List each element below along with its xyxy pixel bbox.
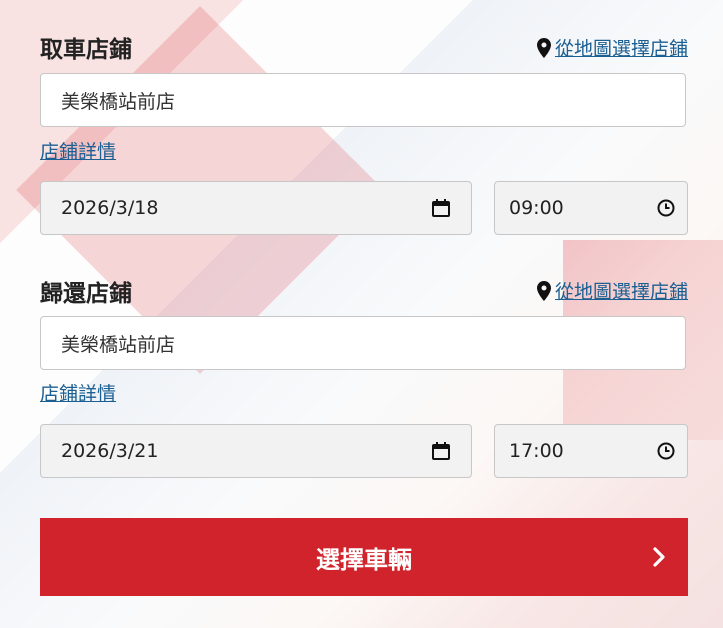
calendar-icon[interactable] (431, 441, 451, 461)
return-store-field[interactable]: 美榮橋站前店 (40, 316, 686, 370)
pickup-title: 取車店鋪 (40, 37, 132, 63)
pickup-store-value: 美榮橋站前店 (61, 90, 176, 113)
return-date-field[interactable]: 2026/3/21 (40, 424, 472, 478)
map-pin-icon (536, 37, 551, 58)
select-vehicle-label: 選擇車輛 (316, 546, 412, 574)
return-time-value: 17:00 (509, 440, 564, 462)
select-vehicle-button[interactable]: 選擇車輛 (40, 518, 688, 596)
clock-icon[interactable] (657, 442, 675, 460)
pickup-time-field[interactable]: 09:00 (494, 181, 688, 235)
pickup-date-field[interactable]: 2026/3/18 (40, 181, 472, 235)
pickup-time-value: 09:00 (509, 197, 564, 219)
return-store-value: 美榮橋站前店 (61, 333, 176, 356)
return-time-field[interactable]: 17:00 (494, 424, 688, 478)
pickup-date-value: 2026/3/18 (61, 197, 159, 219)
chevron-right-icon (653, 547, 665, 567)
pickup-store-details-link[interactable]: 店鋪詳情 (40, 137, 116, 164)
pickup-map-link-label: 從地圖選擇店鋪 (554, 38, 688, 60)
map-pin-icon (536, 280, 551, 301)
return-date-value: 2026/3/21 (61, 440, 159, 462)
calendar-icon[interactable] (431, 198, 451, 218)
pickup-store-field[interactable]: 美榮橋站前店 (40, 73, 686, 127)
return-map-link-label: 從地圖選擇店鋪 (554, 281, 688, 303)
return-map-link[interactable]: 從地圖選擇店鋪 (536, 277, 688, 304)
return-store-details-link[interactable]: 店鋪詳情 (40, 379, 116, 406)
clock-icon[interactable] (657, 199, 675, 217)
return-title: 歸還店鋪 (40, 281, 132, 307)
pickup-map-link[interactable]: 從地圖選擇店鋪 (536, 34, 688, 61)
